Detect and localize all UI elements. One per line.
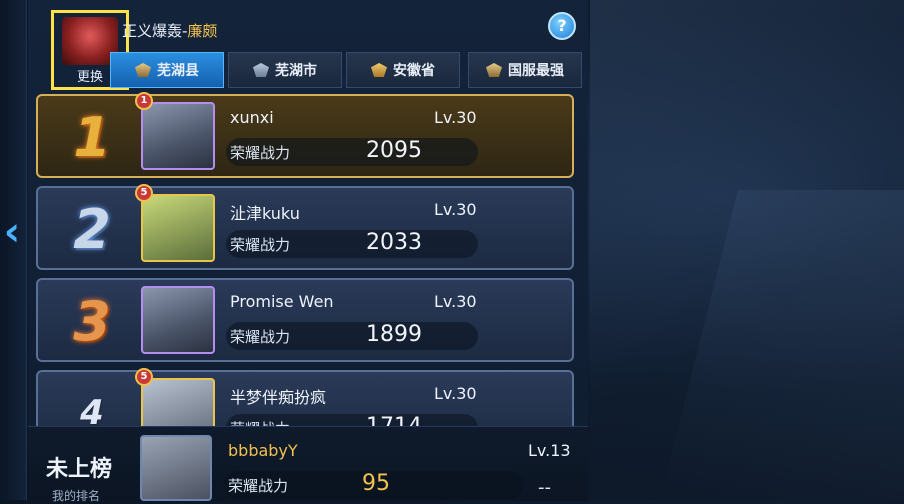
city-emblem-icon bbox=[253, 63, 269, 77]
rank-badge-gold: 1 bbox=[73, 105, 111, 169]
leaderboard-panel: 更换 正义爆轰-廉颇 ? 芜湖县 芜湖市 安徽省 国服最强 1 1 xunxi … bbox=[28, 0, 588, 503]
hero-title: 正义爆轰-廉颇 bbox=[122, 20, 217, 41]
rank-badge-bronze: 3 bbox=[73, 289, 111, 353]
left-edge-bar: ‹ bbox=[0, 0, 27, 500]
my-name: bbbabyY bbox=[228, 441, 298, 460]
tab-label: 安徽省 bbox=[393, 63, 435, 79]
tab-label: 国服最强 bbox=[508, 63, 564, 79]
hero-title-prefix: 正义爆轰- bbox=[122, 22, 188, 40]
rank-badge-silver: 2 bbox=[73, 197, 111, 261]
player-name: 沚津kuku bbox=[230, 204, 300, 223]
national-emblem-icon bbox=[486, 63, 502, 77]
county-emblem-icon bbox=[135, 63, 151, 77]
power-label: 荣耀战力 bbox=[230, 328, 291, 346]
my-ranking-label: 我的排名 bbox=[52, 489, 101, 503]
crown-badge: 5 bbox=[135, 184, 153, 202]
back-arrow-icon[interactable]: ‹ bbox=[0, 208, 24, 256]
power-label: 荣耀战力 bbox=[230, 144, 291, 162]
leaderboard-row[interactable]: 1 1 xunxi Lv.30 荣耀战力 2095 bbox=[36, 92, 574, 178]
player-name: 半梦伴痴扮疯 bbox=[230, 388, 327, 407]
tab-county[interactable]: 芜湖县 bbox=[110, 52, 224, 88]
player-level: Lv.30 bbox=[434, 108, 477, 127]
power-label: 荣耀战力 bbox=[228, 477, 289, 495]
crown-badge: 1 bbox=[135, 92, 153, 110]
my-rank-value: -- bbox=[538, 477, 551, 498]
my-power-value: 95 bbox=[362, 471, 390, 496]
region-tabs: 芜湖县 芜湖市 安徽省 国服最强 bbox=[110, 52, 582, 88]
background-art bbox=[590, 0, 904, 500]
power-value: 1899 bbox=[366, 322, 422, 347]
player-avatar bbox=[141, 102, 215, 170]
my-avatar bbox=[140, 435, 212, 501]
tab-city[interactable]: 芜湖市 bbox=[228, 52, 342, 88]
tab-national[interactable]: 国服最强 bbox=[468, 52, 582, 88]
leaderboard-row[interactable]: 3 Promise Wen Lv.30 荣耀战力 1899 bbox=[36, 278, 574, 362]
power-value: 2095 bbox=[366, 138, 422, 163]
player-name: Promise Wen bbox=[230, 292, 334, 311]
leaderboard-row[interactable]: 2 5 沚津kuku Lv.30 荣耀战力 2033 bbox=[36, 184, 574, 270]
my-ranking-row: 未上榜 我的排名 bbbabyY Lv.13 荣耀战力 95 -- bbox=[28, 426, 588, 503]
tab-label: 芜湖县 bbox=[157, 63, 199, 79]
help-button[interactable]: ? bbox=[548, 12, 576, 40]
province-emblem-icon bbox=[371, 63, 387, 77]
player-level: Lv.30 bbox=[434, 384, 477, 403]
power-label: 荣耀战力 bbox=[230, 236, 291, 254]
tab-province[interactable]: 安徽省 bbox=[346, 52, 460, 88]
player-avatar bbox=[141, 194, 215, 262]
player-level: Lv.30 bbox=[434, 292, 477, 311]
player-level: Lv.30 bbox=[434, 200, 477, 219]
my-level: Lv.13 bbox=[528, 441, 571, 460]
power-value: 2033 bbox=[366, 230, 422, 255]
player-name: xunxi bbox=[230, 108, 274, 127]
crown-badge: 5 bbox=[135, 368, 153, 386]
unranked-label: 未上榜 bbox=[46, 457, 113, 482]
tab-label: 芜湖市 bbox=[275, 63, 317, 79]
hero-title-name: 廉颇 bbox=[187, 22, 218, 40]
background-art-shard bbox=[660, 190, 904, 500]
player-avatar bbox=[141, 286, 215, 354]
